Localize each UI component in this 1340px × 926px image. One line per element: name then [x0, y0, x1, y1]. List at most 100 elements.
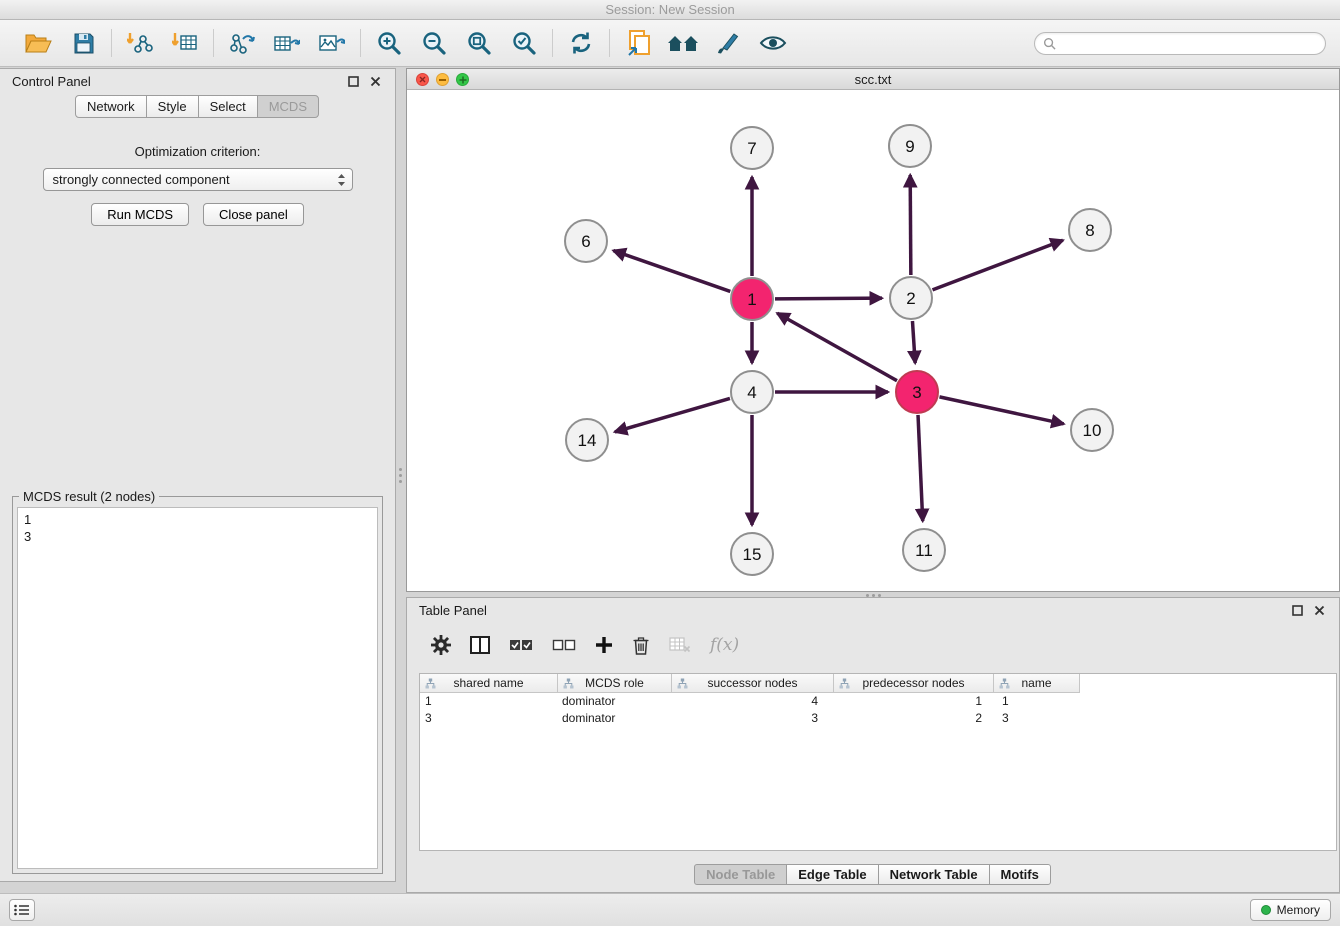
- edge-4-14[interactable]: [615, 398, 730, 431]
- close-table-panel-button[interactable]: [1311, 602, 1327, 618]
- cell-mcds-role: dominator: [558, 710, 672, 727]
- node-8[interactable]: 8: [1069, 209, 1111, 251]
- minimize-window-button[interactable]: [436, 73, 449, 86]
- zoom-selected-icon: [511, 30, 537, 56]
- node-14[interactable]: 14: [566, 419, 608, 461]
- mcds-result-value: 1: [24, 511, 371, 528]
- task-history-button[interactable]: [9, 899, 35, 921]
- edge-2-8[interactable]: [933, 240, 1063, 290]
- node-3[interactable]: 3: [896, 371, 938, 413]
- node-label: 8: [1085, 221, 1094, 240]
- list-icon: [14, 904, 30, 916]
- vertical-splitter-handle[interactable]: [398, 468, 403, 494]
- node-label: 10: [1083, 421, 1102, 440]
- maximize-window-button[interactable]: [456, 73, 469, 86]
- open-session-button[interactable]: [22, 27, 54, 59]
- node-2[interactable]: 2: [890, 277, 932, 319]
- edge-3-11[interactable]: [918, 415, 923, 521]
- float-panel-button[interactable]: [345, 73, 361, 89]
- node-label: 11: [915, 541, 933, 560]
- float-table-panel-button[interactable]: [1289, 602, 1305, 618]
- edge-3-10[interactable]: [939, 397, 1063, 424]
- window-controls: [416, 73, 469, 86]
- maximize-glyph-icon: [459, 76, 467, 84]
- zoom-fit-button[interactable]: [463, 27, 495, 59]
- window-title: Session: New Session: [0, 0, 1340, 20]
- zoom-in-button[interactable]: [373, 27, 405, 59]
- zoom-selected-button[interactable]: [508, 27, 540, 59]
- create-column-button[interactable]: [595, 636, 613, 654]
- export-image-icon: [319, 31, 345, 55]
- edge-2-3[interactable]: [912, 321, 915, 363]
- node-15[interactable]: 15: [731, 533, 773, 575]
- table-toolbar: f(x): [407, 627, 1339, 663]
- table-row[interactable]: 3 dominator 3 2 3: [420, 710, 1336, 727]
- export-table-button[interactable]: [271, 27, 303, 59]
- node-9[interactable]: 9: [889, 125, 931, 167]
- export-network-button[interactable]: [226, 27, 258, 59]
- close-panel-button[interactable]: [367, 73, 383, 89]
- search-input[interactable]: [1061, 36, 1317, 50]
- close-window-button[interactable]: [416, 73, 429, 86]
- select-all-columns-button[interactable]: [509, 638, 533, 652]
- save-session-button[interactable]: [67, 27, 99, 59]
- zoom-group: [361, 27, 552, 59]
- tab-edge-table[interactable]: Edge Table: [786, 864, 878, 885]
- zoom-out-button[interactable]: [418, 27, 450, 59]
- criterion-dropdown[interactable]: strongly connected component: [43, 168, 353, 191]
- table-settings-button[interactable]: [431, 635, 451, 655]
- table-row[interactable]: 1 dominator 4 1 1: [420, 693, 1336, 710]
- node-11[interactable]: 11: [903, 529, 945, 571]
- column-header-predecessor-nodes[interactable]: predecessor nodes: [834, 674, 994, 693]
- run-mcds-button[interactable]: Run MCDS: [91, 203, 189, 226]
- node-label: 7: [747, 139, 756, 158]
- column-header-successor-nodes[interactable]: successor nodes: [672, 674, 834, 693]
- mcds-result-title: MCDS result (2 nodes): [19, 489, 159, 504]
- column-header-shared-name[interactable]: shared name: [420, 674, 558, 693]
- import-table-button[interactable]: [169, 27, 201, 59]
- export-group: [214, 27, 360, 59]
- show-column-button[interactable]: [470, 636, 490, 654]
- show-graphics-button[interactable]: [757, 27, 789, 59]
- apply-style-button[interactable]: [712, 27, 744, 59]
- mcds-result-list[interactable]: 1 3: [17, 507, 378, 869]
- tab-style[interactable]: Style: [146, 95, 199, 118]
- import-group: [112, 27, 213, 59]
- node-10[interactable]: 10: [1071, 409, 1113, 451]
- tab-network[interactable]: Network: [75, 95, 147, 118]
- node-6[interactable]: 6: [565, 220, 607, 262]
- memory-button[interactable]: Memory: [1250, 899, 1331, 921]
- tab-network-table[interactable]: Network Table: [878, 864, 990, 885]
- node-4[interactable]: 4: [731, 371, 773, 413]
- node-7[interactable]: 7: [731, 127, 773, 169]
- search-box[interactable]: [1034, 32, 1326, 55]
- network-canvas[interactable]: 1 2 3 4 6 7 8 9 10 11 14 15: [407, 90, 1339, 591]
- column-header-name[interactable]: name: [994, 674, 1080, 693]
- close-panel-button-cp[interactable]: Close panel: [203, 203, 304, 226]
- import-network-button[interactable]: [124, 27, 156, 59]
- control-panel-title: Control Panel: [12, 74, 339, 89]
- network-window-titlebar[interactable]: scc.txt: [407, 69, 1339, 90]
- node-label: 4: [747, 383, 756, 402]
- tab-select[interactable]: Select: [198, 95, 258, 118]
- delete-column-button[interactable]: [632, 635, 650, 655]
- tab-mcds[interactable]: MCDS: [257, 95, 319, 118]
- refresh-layout-button[interactable]: [565, 27, 597, 59]
- column-header-mcds-role[interactable]: MCDS role: [558, 674, 672, 693]
- cell-mcds-role: dominator: [558, 693, 672, 710]
- refresh-group: [553, 27, 609, 59]
- edge-1-6[interactable]: [613, 251, 730, 292]
- deselect-all-columns-button[interactable]: [552, 638, 576, 652]
- close-icon: [370, 76, 381, 87]
- node-1[interactable]: 1: [731, 278, 773, 320]
- node-label: 1: [747, 290, 756, 309]
- tab-node-table[interactable]: Node Table: [694, 864, 787, 885]
- edge-3-1[interactable]: [777, 313, 897, 380]
- tab-motifs[interactable]: Motifs: [989, 864, 1051, 885]
- network-overview-button[interactable]: [667, 27, 699, 59]
- edge-1-2[interactable]: [775, 298, 882, 299]
- search-icon: [1043, 37, 1056, 50]
- clone-network-button[interactable]: [622, 27, 654, 59]
- export-image-button[interactable]: [316, 27, 348, 59]
- edge-2-9[interactable]: [910, 175, 911, 275]
